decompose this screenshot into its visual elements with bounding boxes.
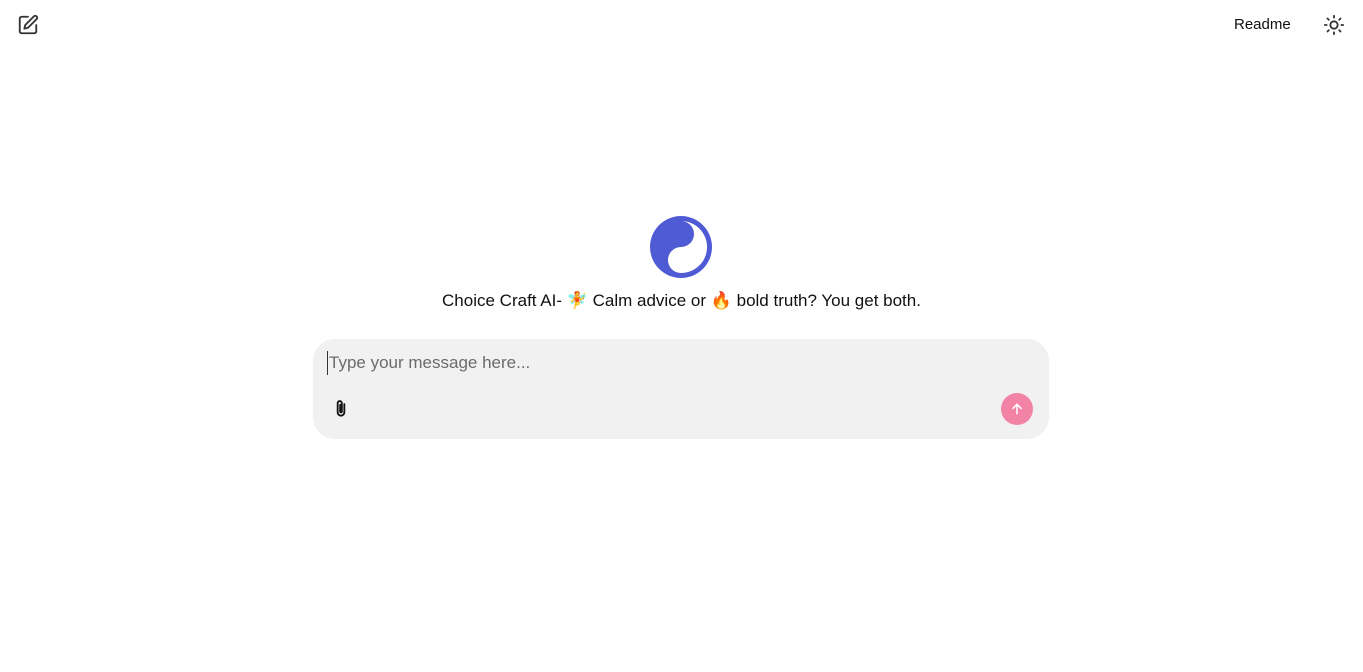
edit-square-icon xyxy=(18,14,39,35)
attach-file-button[interactable] xyxy=(329,396,353,422)
app-logo xyxy=(650,216,712,278)
send-button[interactable] xyxy=(1001,393,1033,425)
new-chat-button[interactable] xyxy=(16,13,40,37)
theme-toggle-button[interactable] xyxy=(1321,12,1347,38)
yin-yang-icon xyxy=(650,216,712,278)
arrow-up-icon xyxy=(1012,403,1022,415)
paperclip-icon xyxy=(336,400,346,417)
tagline: Choice Craft AI- 🧚 Calm advice or 🔥 bold… xyxy=(442,291,921,310)
message-input[interactable] xyxy=(327,351,1027,375)
message-composer xyxy=(313,339,1049,439)
top-bar: Readme xyxy=(0,0,1363,50)
readme-link[interactable]: Readme xyxy=(1234,15,1291,35)
sun-icon xyxy=(1323,14,1345,36)
